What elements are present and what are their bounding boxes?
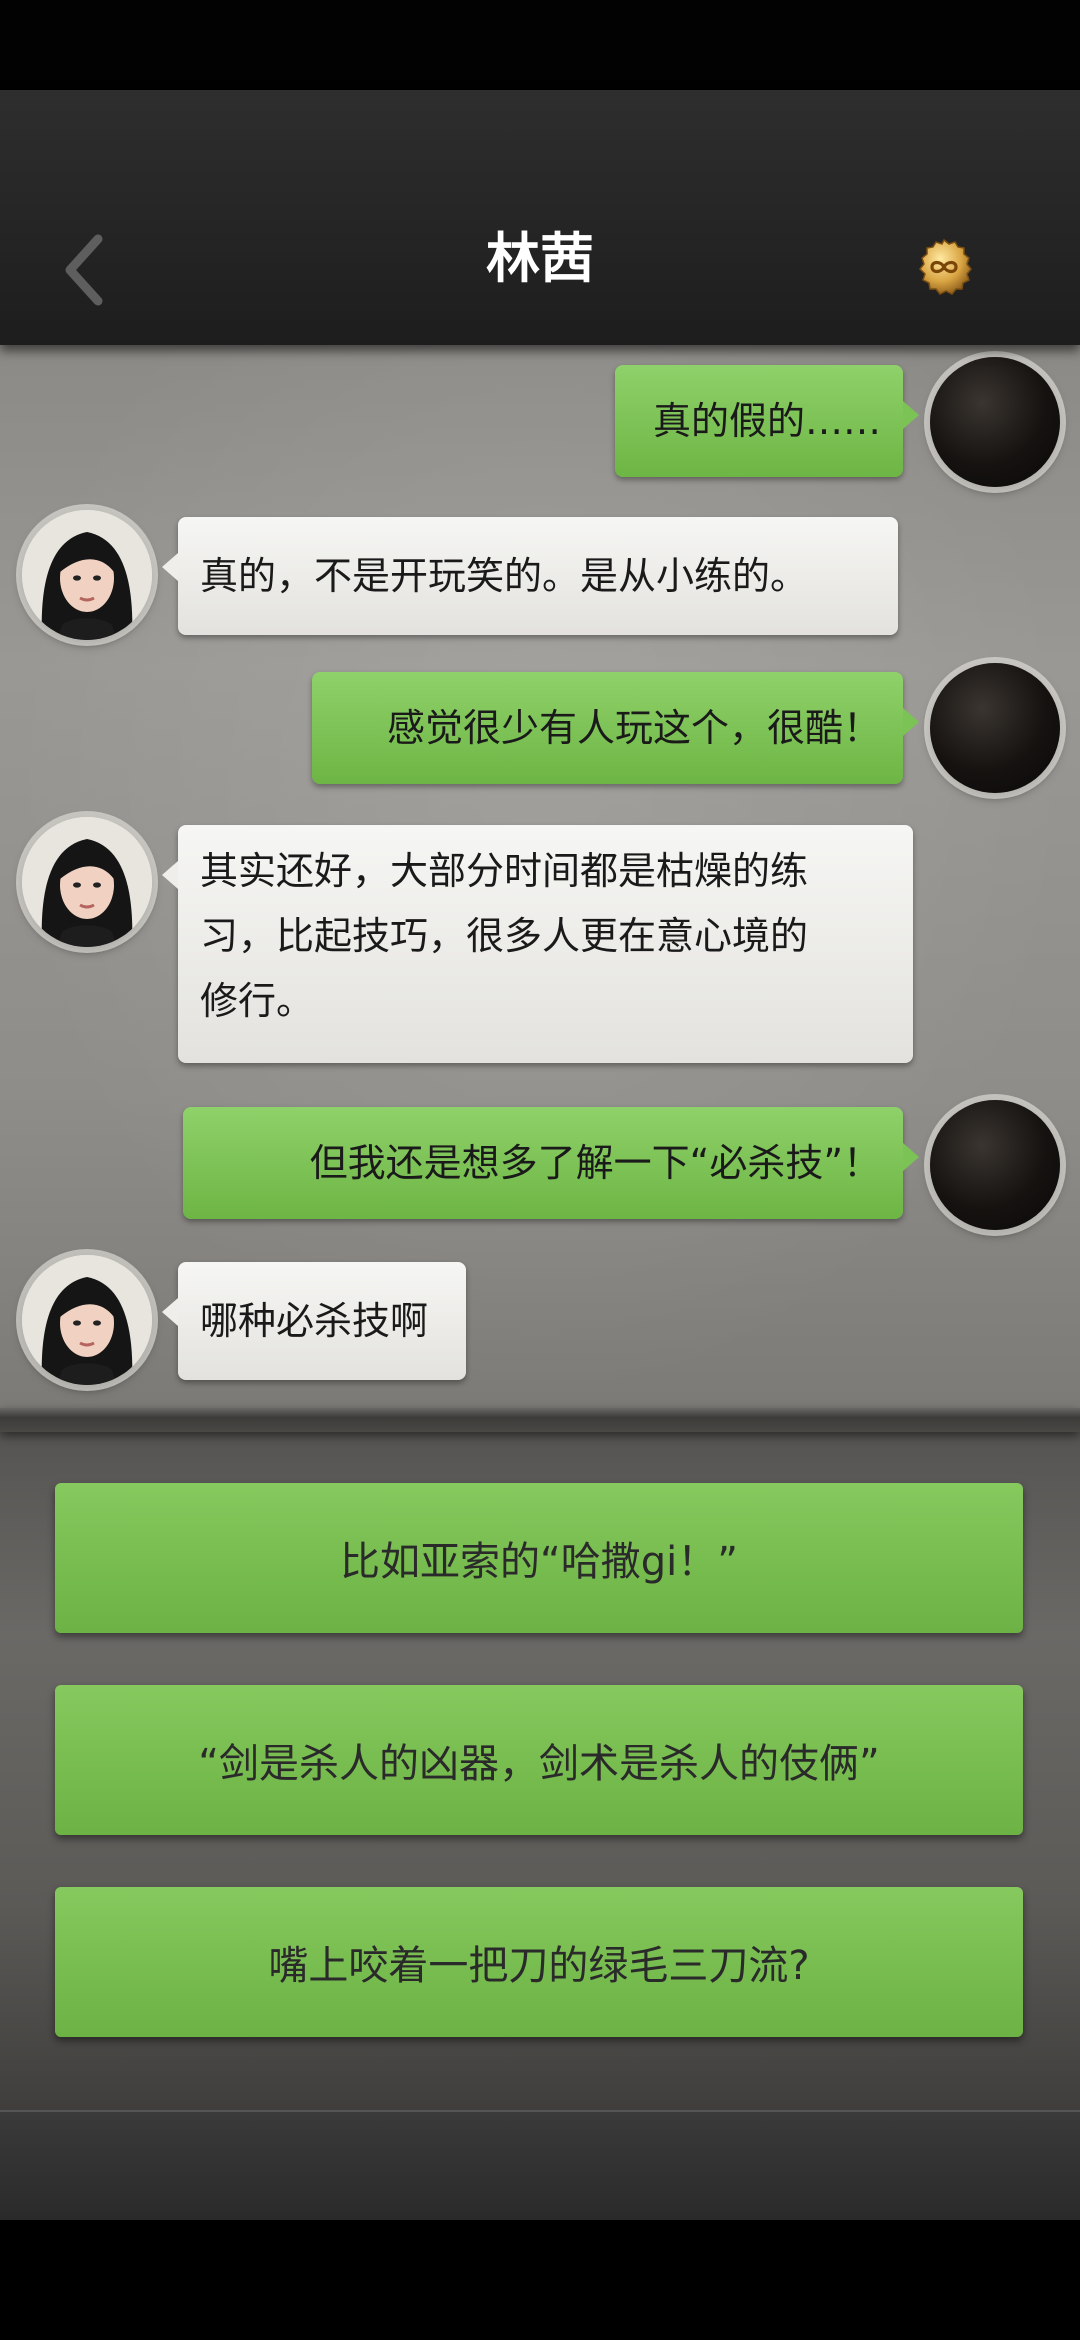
message-text: 真的假的…… [652, 399, 881, 443]
message-bubble-me: 但我还是想多了解一下“必杀技”！ [183, 1107, 919, 1219]
avatar-her[interactable] [22, 1255, 152, 1385]
girl-avatar-icon [22, 510, 152, 640]
message-line: 修行。 [200, 979, 315, 1023]
avatar-her[interactable] [22, 510, 152, 640]
message-bubble-me: 感觉很少有人玩这个，很酷！ [312, 672, 919, 784]
message-line: 习，比起技巧，很多人更在意心境的 [200, 914, 809, 958]
girl-avatar-icon [22, 817, 152, 947]
navigation-bar [0, 2220, 1080, 2340]
bottom-bar [0, 2110, 1080, 2222]
reply-option-2[interactable]: “剑是杀人的凶器，剑术是杀人的伎俩” [55, 1685, 1023, 1835]
message-bubble-me: 真的假的…… [615, 365, 919, 477]
girl-avatar-icon [22, 1255, 152, 1385]
message-bubble-her: 哪种必杀技啊 [162, 1262, 466, 1380]
chat-header [0, 90, 1080, 345]
divider [0, 1408, 1080, 1432]
status-bar [0, 0, 1080, 90]
message-bubble-her: 其实还好，大部分时间都是枯燥的练 习，比起技巧，很多人更在意心境的 修行。 [162, 825, 913, 1063]
coin-button[interactable] [915, 238, 973, 296]
avatar-me[interactable] [930, 663, 1060, 793]
avatar-me[interactable] [930, 1100, 1060, 1230]
message-text: 哪种必杀技啊 [200, 1299, 429, 1343]
reply-option-3[interactable]: 嘴上咬着一把刀的绿毛三刀流? [55, 1887, 1023, 2037]
avatar-her[interactable] [22, 817, 152, 947]
reply-options-panel: 比如亚索的“哈撒gi！” “剑是杀人的凶器，剑术是杀人的伎俩” 嘴上咬着一把刀的… [0, 1430, 1080, 2110]
reply-option-1[interactable]: 比如亚索的“哈撒gi！” [55, 1483, 1023, 1633]
infinity-coin-icon [918, 238, 972, 295]
chat-area[interactable]: 真的假的…… 真的，不是开玩笑的。是从小练的。 感觉很少有人玩这个，很酷！ 其实… [0, 345, 1080, 1415]
message-text: 真的，不是开玩笑的。是从小练的。 [200, 554, 809, 598]
message-text: 但我还是想多了解一下“必杀技”！ [309, 1141, 881, 1185]
avatar-me[interactable] [930, 357, 1060, 487]
message-line: 其实还好，大部分时间都是枯燥的练 [200, 849, 809, 893]
message-bubble-her: 真的，不是开玩笑的。是从小练的。 [162, 517, 898, 635]
message-text: 感觉很少有人玩这个，很酷！ [386, 706, 881, 750]
